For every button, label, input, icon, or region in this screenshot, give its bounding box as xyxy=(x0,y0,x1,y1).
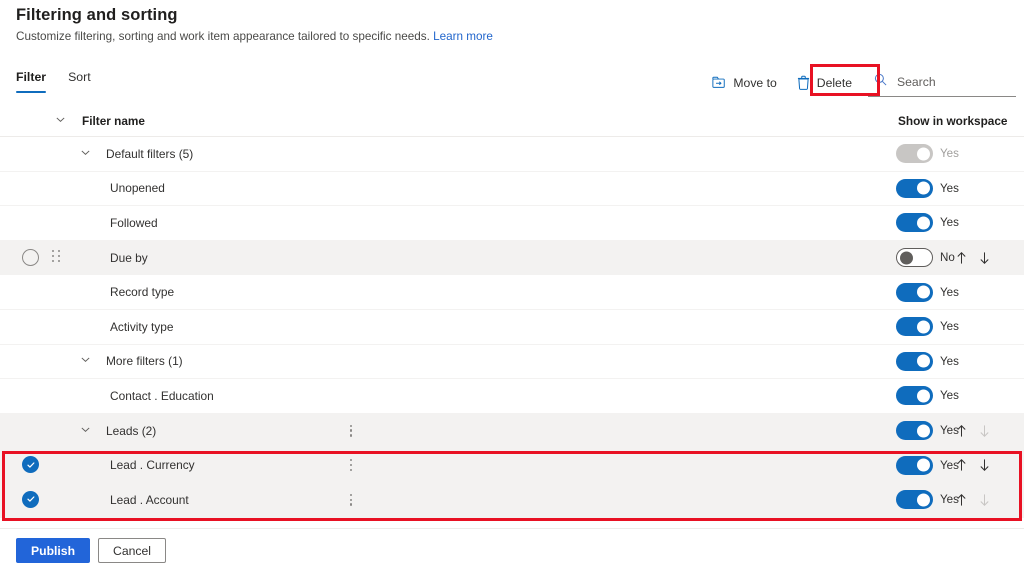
row-label: Lead . Currency xyxy=(110,458,195,473)
table-row[interactable]: Unopened Yes xyxy=(0,171,1024,207)
show-in-workspace-cell: Yes xyxy=(896,351,960,371)
table-row[interactable]: Due by No xyxy=(0,240,1024,276)
row-label: More filters (1) xyxy=(106,354,183,369)
toggle-value-label: Yes xyxy=(940,389,959,403)
row-label: Activity type xyxy=(110,319,174,334)
move-to-folder-icon xyxy=(712,76,726,90)
show-in-workspace-cell: Yes xyxy=(896,490,960,510)
show-in-workspace-cell: Yes xyxy=(896,386,960,406)
row-checkbox-checked[interactable] xyxy=(22,490,40,509)
row-label: Lead . Account xyxy=(110,492,189,507)
show-in-workspace-cell: Yes xyxy=(896,317,960,337)
tab-bar: Filter Sort xyxy=(16,70,91,93)
toggle-value-label: Yes xyxy=(940,285,959,299)
move-down-icon[interactable] xyxy=(978,251,991,265)
command-bar: Move to Delete xyxy=(702,68,1016,97)
table-row[interactable]: Followed Yes xyxy=(0,206,1024,241)
show-in-workspace-toggle[interactable] xyxy=(896,421,933,441)
search-input[interactable] xyxy=(895,74,1013,90)
reorder-arrows xyxy=(955,458,991,472)
show-in-workspace-toggle[interactable] xyxy=(896,178,933,198)
delete-button[interactable]: Delete xyxy=(787,70,862,95)
move-down-icon xyxy=(978,493,991,507)
table-body: Default filters (5) Yes Unopened Yes Followe… xyxy=(0,137,1024,518)
move-up-icon[interactable] xyxy=(955,458,968,472)
delete-label: Delete xyxy=(816,75,852,90)
reorder-arrows xyxy=(955,493,991,507)
move-down-icon[interactable] xyxy=(978,458,991,472)
table-row[interactable]: Lead . Currency Yes xyxy=(0,448,1024,483)
row-more-options-icon[interactable] xyxy=(348,423,354,439)
show-in-workspace-toggle[interactable] xyxy=(896,317,933,337)
move-up-icon[interactable] xyxy=(955,424,968,438)
show-in-workspace-toggle[interactable] xyxy=(896,490,933,510)
toggle-value-label: Yes xyxy=(940,354,959,368)
tab-sort[interactable]: Sort xyxy=(68,70,91,93)
show-in-workspace-toggle xyxy=(896,144,933,164)
toggle-value-label: Yes xyxy=(940,147,959,161)
chevron-down-icon[interactable] xyxy=(80,422,91,440)
table-row[interactable]: Activity type Yes xyxy=(0,309,1024,345)
show-in-workspace-cell: No xyxy=(896,248,960,268)
tab-filter[interactable]: Filter xyxy=(16,70,47,93)
table-row[interactable]: Default filters (5) Yes xyxy=(0,137,1024,172)
row-label: Unopened xyxy=(110,181,165,196)
search-box[interactable] xyxy=(868,68,1016,97)
page-title: Filtering and sorting xyxy=(16,6,178,24)
cancel-button[interactable]: Cancel xyxy=(98,538,166,563)
row-label: Followed xyxy=(110,215,158,230)
learn-more-link[interactable]: Learn more xyxy=(433,30,493,43)
reorder-arrows xyxy=(955,251,991,265)
toggle-value-label: Yes xyxy=(940,216,959,230)
show-in-workspace-cell: Yes xyxy=(896,178,960,198)
move-to-button[interactable]: Move to xyxy=(702,71,786,95)
show-in-workspace-toggle[interactable] xyxy=(896,386,933,406)
show-in-workspace-cell: Yes xyxy=(896,282,960,302)
move-down-icon xyxy=(978,424,991,438)
row-checkbox-unchecked[interactable] xyxy=(22,248,40,267)
chevron-down-icon[interactable] xyxy=(80,145,91,163)
table-row[interactable]: Leads (2) Yes xyxy=(0,413,1024,449)
table-row[interactable]: Lead . Account Yes xyxy=(0,482,1024,518)
show-in-workspace-cell: Yes xyxy=(896,455,960,475)
collapse-all-chevron-icon[interactable] xyxy=(55,112,66,130)
filters-table: Filter name Show in workspace Default fi… xyxy=(0,105,1024,518)
move-up-icon[interactable] xyxy=(955,251,968,265)
show-in-workspace-toggle[interactable] xyxy=(896,282,933,302)
table-row[interactable]: Record type Yes xyxy=(0,275,1024,310)
row-label: Leads (2) xyxy=(106,423,157,438)
column-header-show-in-workspace: Show in workspace xyxy=(898,113,1008,128)
table-header-row: Filter name Show in workspace xyxy=(0,105,1024,137)
row-more-options-icon[interactable] xyxy=(348,492,354,508)
row-label: Due by xyxy=(110,250,148,265)
show-in-workspace-toggle[interactable] xyxy=(896,213,933,233)
toggle-value-label: Yes xyxy=(940,320,959,334)
footer-actions: Publish Cancel xyxy=(0,528,1024,572)
show-in-workspace-cell: Yes xyxy=(896,421,960,441)
toggle-value-label: Yes xyxy=(940,181,959,195)
page-subtitle: Customize filtering, sorting and work it… xyxy=(16,30,493,43)
column-header-filter-name: Filter name xyxy=(82,113,145,128)
row-label: Contact . Education xyxy=(110,388,214,403)
show-in-workspace-toggle[interactable] xyxy=(896,248,933,268)
row-label: Record type xyxy=(110,285,175,300)
table-row[interactable]: Contact . Education Yes xyxy=(0,379,1024,414)
move-up-icon[interactable] xyxy=(955,493,968,507)
publish-button[interactable]: Publish xyxy=(16,538,91,563)
reorder-arrows xyxy=(955,424,991,438)
row-more-options-icon[interactable] xyxy=(348,457,354,473)
move-to-label: Move to xyxy=(733,75,777,90)
chevron-down-icon[interactable] xyxy=(80,352,91,370)
page-subtitle-text: Customize filtering, sorting and work it… xyxy=(16,30,430,43)
table-row[interactable]: More filters (1) Yes xyxy=(0,344,1024,380)
search-icon xyxy=(874,73,887,91)
drag-handle-icon[interactable] xyxy=(52,250,64,266)
show-in-workspace-cell: Yes xyxy=(896,144,960,164)
trash-icon xyxy=(797,75,810,90)
show-in-workspace-cell: Yes xyxy=(896,213,960,233)
row-checkbox-checked[interactable] xyxy=(22,456,40,474)
show-in-workspace-toggle[interactable] xyxy=(896,455,933,475)
row-label: Default filters (5) xyxy=(106,146,194,161)
show-in-workspace-toggle[interactable] xyxy=(896,351,933,371)
